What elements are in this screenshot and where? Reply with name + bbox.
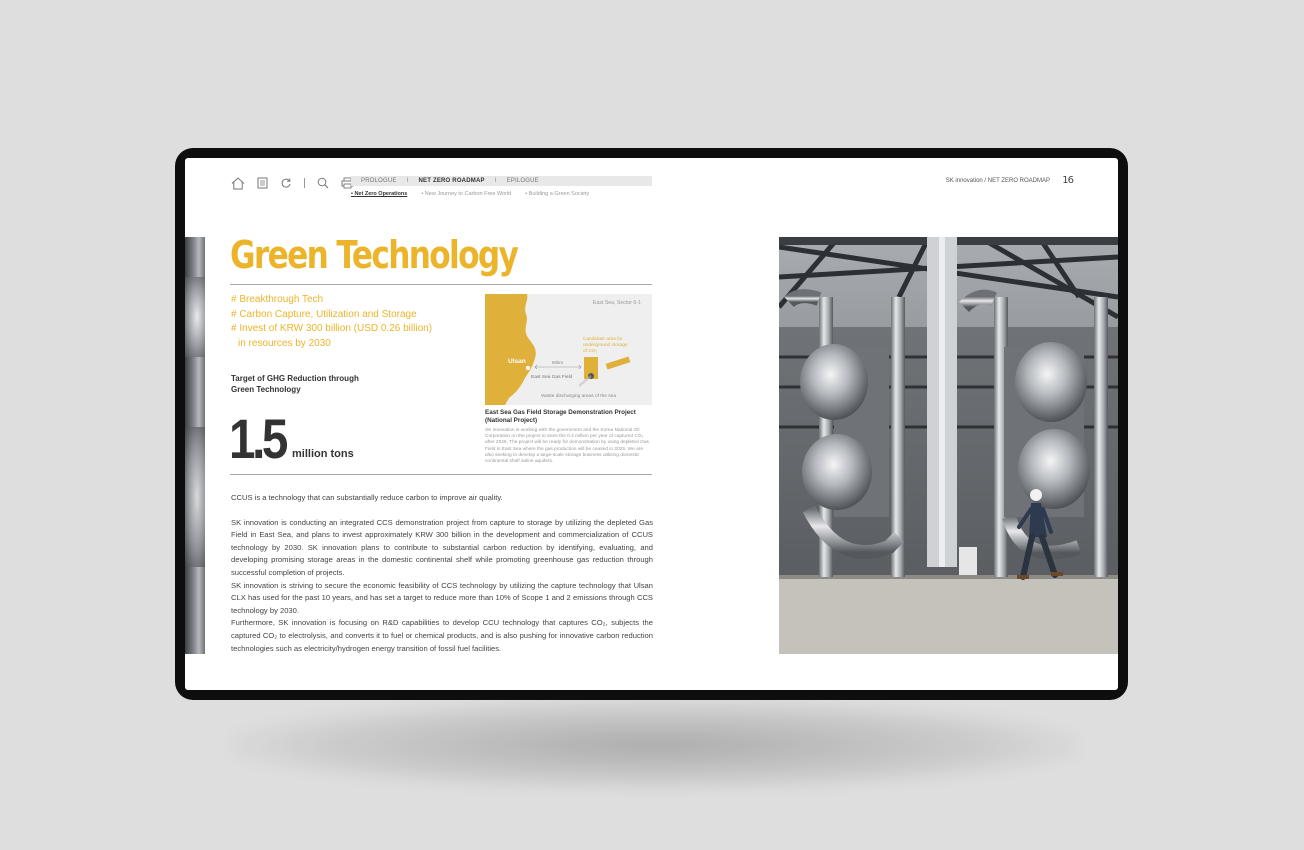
device-shadow [230,700,1080,790]
map-candidate-label: of CO₂ [583,348,598,354]
map-waste-label: Waste discharging areas of the sea [541,393,616,399]
submenu-item-green-society[interactable]: • Building a Green Society [525,191,589,197]
section-menu: PROLOGUE I NET ZERO ROADMAP I EPILOGUE [351,176,652,186]
sub-menu: • Net Zero Operations • New Journey to C… [351,191,589,197]
paragraph: SK innovation is conducting an integrate… [231,517,653,577]
toolbar-divider [304,178,305,188]
ebook-viewer: PROLOGUE I NET ZERO ROADMAP I EPILOGUE •… [185,158,1118,690]
viewer-toolbar [230,175,355,191]
ccus-facility-photo [779,237,1118,654]
submenu-item-new-journey[interactable]: • New Journey to Carbon Free World [421,191,511,197]
divider [230,284,652,285]
map-caption-title: East Sea Gas Field Storage Demonstration… [485,409,636,424]
target-value: 1.5 [229,407,288,470]
search-icon[interactable] [315,175,331,191]
prev-page-image-edge [185,237,205,654]
target-label-line: Green Technology [231,385,301,394]
facility-illustration [779,237,1118,654]
map-distance-label: 60km [552,360,563,365]
refresh-icon[interactable] [278,175,294,191]
menu-item-net-zero-roadmap[interactable]: NET ZERO ROADMAP [418,178,484,184]
hashtag: # Invest of KRW 300 billion (USD 0.26 bi… [231,323,433,334]
map-city-label: Ulsan [508,358,526,365]
menu-item-epilogue[interactable]: EPILOGUE [507,178,539,184]
hashtag: # Breakthrough Tech [231,294,324,305]
target-unit: million tons [292,448,354,460]
target-label-line: Target of GHG Reduction through [231,374,359,383]
paragraph: Furthermore, SK innovation is focusing o… [231,618,653,653]
divider [230,474,652,475]
menu-separator: I [494,178,497,184]
breadcrumb: SK innovation / NET ZERO ROADMAP [945,178,1050,184]
map-candidate-label: underground storage [583,342,628,348]
east-sea-map: East Sea, Sector 6-1 Ulsan 60km East Sea… [485,294,652,405]
map-region-label: East Sea, Sector 6-1 [593,300,641,306]
hashtag: # Carbon Capture, Utilization and Storag… [231,308,417,320]
hashtag-continuation: in resources by 2030 [238,337,331,349]
map-graphic: East Sea, Sector 6-1 Ulsan 60km East Sea… [485,294,652,405]
submenu-item-net-zero-operations[interactable]: • Net Zero Operations [351,191,407,197]
list-icon[interactable] [254,175,270,191]
paragraph: CCUS is a technology that can substantia… [231,493,503,502]
page-title: Green Technology [230,233,519,277]
hashtag-list: # Breakthrough Tech # Carbon Capture, Ut… [231,293,432,351]
map-field-label: East Sea Gas Field [531,374,573,380]
target-label: Target of GHG Reduction through Green Te… [231,373,359,395]
menu-item-prologue[interactable]: PROLOGUE [361,178,397,184]
menu-separator: I [406,178,409,184]
paragraph: SK innovation is striving to secure the … [231,580,653,615]
page-number: 16 [1062,175,1074,186]
map-caption-body: SK innovation is working with the govern… [485,428,649,465]
home-icon[interactable] [230,175,246,191]
map-candidate-label: Candidate area for [583,336,623,342]
body-text: CCUS is a technology that can substantia… [231,492,653,655]
